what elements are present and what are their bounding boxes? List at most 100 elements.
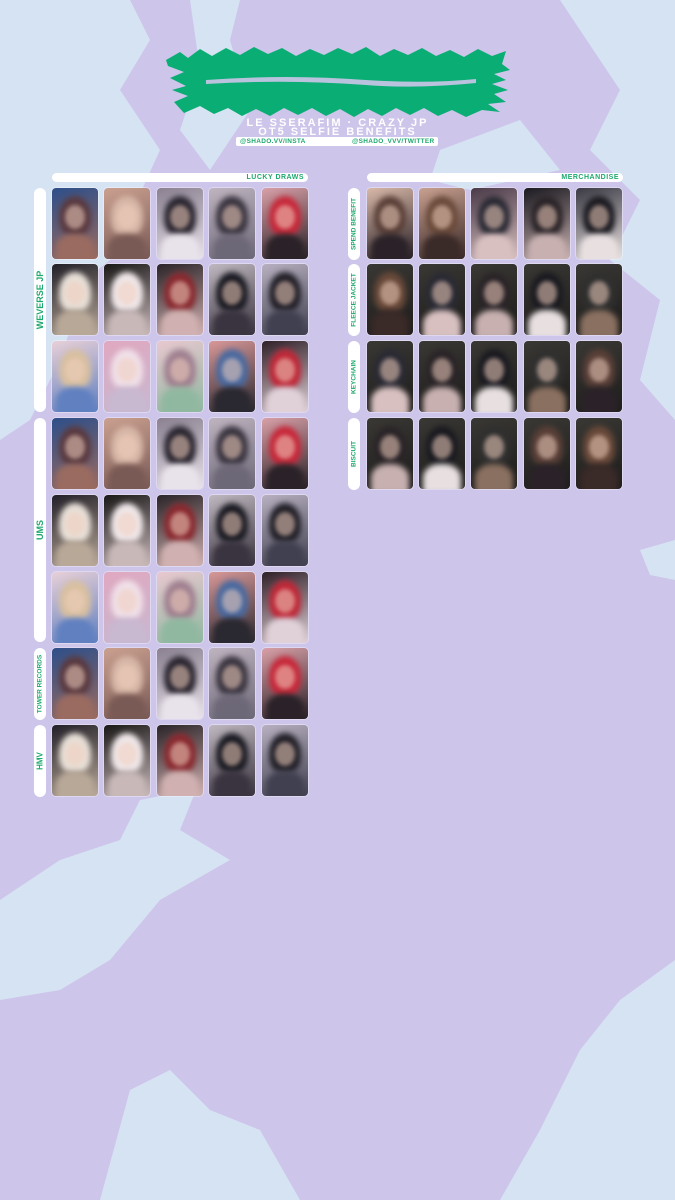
photocard-body bbox=[266, 618, 304, 643]
photocard bbox=[157, 418, 203, 489]
photocard-body bbox=[108, 618, 146, 643]
photocard bbox=[52, 418, 98, 489]
photocard-face bbox=[170, 742, 190, 766]
photocard bbox=[209, 725, 255, 796]
photocard-face bbox=[170, 205, 190, 229]
photocard bbox=[262, 648, 308, 719]
photocard-body bbox=[266, 771, 304, 796]
photocard-face bbox=[275, 665, 295, 689]
group-label-tower-records: TOWER RECORDS bbox=[34, 648, 46, 720]
photocard-face bbox=[117, 742, 137, 766]
photocard-face bbox=[275, 358, 295, 382]
photocard-body bbox=[371, 387, 409, 412]
group-label-text: UMS bbox=[35, 520, 45, 540]
photocard-body bbox=[528, 234, 566, 259]
photocard-face bbox=[537, 435, 557, 459]
group-label-text: SPEND BENEFIT bbox=[350, 197, 358, 251]
photocard-body bbox=[213, 310, 251, 335]
photocard bbox=[367, 418, 413, 489]
photocard-body bbox=[213, 234, 251, 259]
photocard-body bbox=[423, 234, 461, 259]
photocard-face bbox=[589, 358, 609, 382]
group-label-text: BISCUIT bbox=[350, 441, 358, 467]
photocard-face bbox=[65, 358, 85, 382]
photocard-body bbox=[371, 234, 409, 259]
photocard-body bbox=[528, 387, 566, 412]
photocard-body bbox=[56, 771, 94, 796]
photocard bbox=[576, 188, 622, 259]
photocard-body bbox=[423, 464, 461, 489]
photocard-face bbox=[222, 589, 242, 613]
photocard bbox=[157, 188, 203, 259]
photocard bbox=[419, 418, 465, 489]
photocard bbox=[104, 725, 150, 796]
lucky-draws-label: LUCKY DRAWS bbox=[246, 174, 304, 181]
photocard bbox=[262, 572, 308, 643]
photocard bbox=[524, 341, 570, 412]
photocard-face bbox=[432, 205, 452, 229]
photocard bbox=[367, 188, 413, 259]
photocard bbox=[52, 188, 98, 259]
photocard-face bbox=[484, 358, 504, 382]
group-label-text: WEVERSE JP bbox=[35, 270, 45, 330]
photocard bbox=[576, 418, 622, 489]
photocard bbox=[157, 648, 203, 719]
photocard-body bbox=[56, 387, 94, 412]
photocard-face bbox=[275, 435, 295, 459]
photocard-body bbox=[580, 464, 618, 489]
photocard-face bbox=[432, 281, 452, 305]
photocard bbox=[262, 264, 308, 335]
photocard-face bbox=[65, 512, 85, 536]
photocard bbox=[367, 341, 413, 412]
photocard bbox=[209, 495, 255, 566]
photocard-body bbox=[213, 618, 251, 643]
photocard-face bbox=[65, 435, 85, 459]
brush-logo bbox=[166, 47, 510, 117]
photocard-body bbox=[475, 387, 513, 412]
photocard-face bbox=[170, 589, 190, 613]
photocard-face bbox=[275, 281, 295, 305]
photocard-body bbox=[56, 310, 94, 335]
photocard-body bbox=[161, 464, 199, 489]
photocard bbox=[419, 264, 465, 335]
photocard-face bbox=[380, 205, 400, 229]
photocard bbox=[576, 341, 622, 412]
photocard bbox=[419, 188, 465, 259]
photocard-body bbox=[266, 464, 304, 489]
photocard-body bbox=[108, 464, 146, 489]
photocard bbox=[157, 725, 203, 796]
photocard bbox=[419, 341, 465, 412]
photocard-body bbox=[108, 234, 146, 259]
photocard-face bbox=[275, 742, 295, 766]
photocard bbox=[262, 341, 308, 412]
photocard-body bbox=[161, 694, 199, 719]
photocard-body bbox=[266, 694, 304, 719]
photocard bbox=[52, 341, 98, 412]
photocard-body bbox=[266, 387, 304, 412]
photocard-face bbox=[65, 589, 85, 613]
photocard-body bbox=[108, 771, 146, 796]
photocard-face bbox=[117, 589, 137, 613]
photocard-face bbox=[589, 205, 609, 229]
photocard-body bbox=[213, 541, 251, 566]
group-label-text: FLEECE JACKET bbox=[350, 273, 358, 327]
photocard-body bbox=[475, 310, 513, 335]
photocard-body bbox=[423, 310, 461, 335]
photocard-body bbox=[161, 618, 199, 643]
photocard-body bbox=[56, 541, 94, 566]
photocard bbox=[367, 264, 413, 335]
photocard bbox=[52, 725, 98, 796]
photocard bbox=[209, 341, 255, 412]
photocard bbox=[157, 341, 203, 412]
photocard-body bbox=[266, 541, 304, 566]
photocard-face bbox=[117, 512, 137, 536]
photocard bbox=[471, 188, 517, 259]
photocard-body bbox=[108, 694, 146, 719]
photocard-face bbox=[222, 435, 242, 459]
photocard-face bbox=[275, 589, 295, 613]
photocard-body bbox=[108, 310, 146, 335]
photocard-face bbox=[380, 435, 400, 459]
photocard-body bbox=[371, 464, 409, 489]
photocard bbox=[524, 418, 570, 489]
photocard bbox=[576, 264, 622, 335]
